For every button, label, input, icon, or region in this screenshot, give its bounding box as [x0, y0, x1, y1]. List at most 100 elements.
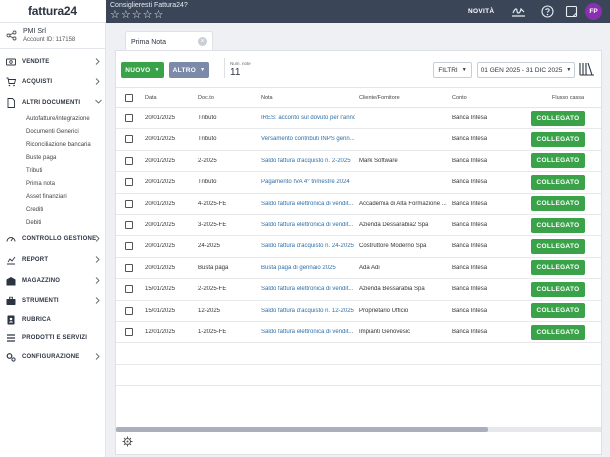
collegato-button[interactable]: COLLEGATO [531, 303, 585, 319]
sidebar-item-report[interactable]: REPORT [0, 251, 106, 269]
star-icon[interactable]: ☆ [121, 10, 131, 21]
sidebar-item-label: STRUMENTI [22, 298, 59, 304]
row-checkbox[interactable] [125, 114, 133, 122]
sidebar-item-prodotti-servizi[interactable]: PRODOTTI E SERVIZI [0, 329, 106, 347]
header-flusso[interactable]: Flusso cassa [552, 95, 584, 101]
sidebar-item-rubrica[interactable]: RUBRICA [0, 311, 106, 329]
cell-nota-link[interactable]: Saldo fattura elettronica di vendit... [261, 222, 355, 228]
header-data[interactable]: Data [145, 95, 157, 101]
tab-prima-nota[interactable]: Prima Nota × [125, 31, 213, 51]
star-icon[interactable]: ☆ [143, 10, 153, 21]
filtri-button[interactable]: FILTRI ▼ [433, 62, 472, 78]
row-checkbox[interactable] [125, 306, 133, 315]
sidebar-item-altri-documenti[interactable]: ALTRI DOCUMENTI [0, 94, 106, 112]
sidebar-item-acquisti[interactable]: ACQUISTI [0, 73, 106, 91]
cell-nota-link[interactable]: Saldo fattura elettronica di vendit... [261, 329, 355, 335]
header-conto[interactable]: Conto [452, 95, 467, 101]
table-row[interactable]: 20/01/2025 Tributo Versamento contributi I… [116, 129, 601, 151]
help-icon[interactable] [540, 4, 555, 19]
subitem-autofatture[interactable]: Autofatture/integrazione [26, 116, 90, 122]
cell-nota-link[interactable]: Saldo fattura elettronica di vendit... [261, 286, 355, 292]
row-checkbox[interactable] [125, 285, 133, 294]
warehouse-icon [6, 276, 16, 286]
cell-nota-link[interactable]: Versamento contributi INPS genn... [261, 136, 355, 142]
nuovo-button[interactable]: NUOVO ▼ [121, 62, 164, 78]
header-cliente[interactable]: Cliente/Fornitore [359, 95, 400, 101]
collegato-button[interactable]: COLLEGATO [531, 324, 585, 340]
star-icon[interactable]: ☆ [110, 10, 120, 21]
row-checkbox[interactable] [125, 242, 133, 251]
row-checkbox[interactable] [125, 328, 133, 336]
table-row[interactable]: 20/01/2025 Tributo Pagamento IVA 4° trimes… [116, 172, 601, 194]
sidebar-item-magazzino[interactable]: MAGAZZINO [0, 272, 106, 290]
subitem-prima-nota[interactable]: Prima nota [26, 181, 55, 187]
novita-link[interactable]: NOVITÀ [468, 8, 494, 15]
table-row[interactable]: 20/01/2025 24-2025 Saldo fattura d'acquist… [116, 236, 601, 258]
sidebar-item-vendite[interactable]: VENDITE [0, 53, 106, 71]
star-icon[interactable]: ☆ [154, 10, 164, 21]
avatar[interactable]: FP [585, 3, 602, 20]
table-row[interactable]: 15/01/2025 12-2025 Saldo fattura d'acquist… [116, 301, 601, 322]
collegato-button[interactable]: COLLEGATO [531, 281, 585, 297]
subitem-tributi[interactable]: Tributi [26, 168, 42, 174]
caret-down-icon: ▼ [200, 67, 206, 73]
cell-nota-link[interactable]: Saldo fattura elettronica di vendit... [261, 201, 355, 207]
collegato-button[interactable]: COLLEGATO [531, 153, 585, 169]
sidebar-item-strumenti[interactable]: STRUMENTI [0, 292, 106, 310]
select-all-checkbox[interactable] [125, 94, 133, 102]
signature-icon[interactable] [511, 4, 526, 19]
subitem-documenti-generici[interactable]: Documenti Generici [26, 129, 79, 135]
table-row[interactable]: 20/01/2025 Tributo IRES: acconto sul dovut… [116, 108, 601, 130]
collegato-button[interactable]: COLLEGATO [531, 131, 585, 147]
collegato-button[interactable]: COLLEGATO [531, 196, 585, 212]
subitem-buste-paga[interactable]: Buste paga [26, 155, 56, 161]
collegato-button[interactable]: COLLEGATO [531, 174, 585, 190]
header-docto[interactable]: Doc.to [198, 95, 214, 101]
collegato-button[interactable]: COLLEGATO [531, 217, 585, 233]
scrollbar-thumb[interactable] [116, 427, 488, 432]
horizontal-scrollbar[interactable] [116, 427, 601, 432]
collegato-button[interactable]: COLLEGATO [531, 238, 585, 254]
cell-data: 15/01/2025 [145, 286, 176, 293]
collegato-button[interactable]: COLLEGATO [531, 260, 585, 276]
cell-nota-link[interactable]: IRES: acconto sul dovuto per l'anno [261, 115, 355, 121]
table-row[interactable]: 20/01/2025 Busta paga Busta paga di gennai… [116, 258, 601, 280]
sidebar-item-configurazione[interactable]: CONFIGURAZIONE [0, 348, 106, 366]
cell-nota-link[interactable]: Saldo fattura d'acquisto n. 2-2025 [261, 158, 355, 164]
close-icon[interactable]: × [198, 37, 207, 46]
subitem-riconciliazione[interactable]: Riconciliazione bancaria [26, 142, 91, 148]
row-checkbox[interactable] [125, 135, 133, 144]
cell-docto: 2-2025 [198, 157, 217, 164]
columns-icon[interactable] [579, 61, 595, 77]
row-checkbox[interactable] [125, 199, 133, 208]
sidebar-item-controllo-gestione[interactable]: CONTROLLO GESTIONE [0, 230, 106, 248]
gear-icon[interactable] [122, 436, 133, 447]
date-range-picker[interactable]: 01 GEN 2025 - 31 DIC 2025 ▼ [477, 62, 575, 78]
account-switcher[interactable]: PMI Srl Account ID: 117158 [0, 23, 106, 49]
collegato-button[interactable]: COLLEGATO [531, 110, 585, 126]
row-checkbox[interactable] [125, 221, 133, 229]
notes-icon[interactable] [564, 4, 579, 19]
subitem-crediti[interactable]: Crediti [26, 207, 43, 213]
table-row[interactable]: 20/01/2025 4-2025-FE Saldo fattura elettro… [116, 194, 601, 215]
header-nota[interactable]: Nota [261, 95, 273, 101]
chevron-right-icon [95, 235, 100, 242]
table-row[interactable]: 15/01/2025 2-2025-FE Saldo fattura elettro… [116, 279, 601, 301]
subitem-debiti[interactable]: Debiti [26, 220, 41, 226]
notes-count: Num. note 11 [224, 58, 251, 78]
altro-button[interactable]: ALTRO ▼ [169, 62, 209, 78]
cell-nota-link[interactable]: Pagamento IVA 4° trimestre 2024 [261, 179, 355, 185]
row-checkbox[interactable] [125, 263, 133, 272]
row-checkbox[interactable] [125, 156, 133, 165]
cell-nota-link[interactable]: Saldo fattura d'acquisto n. 24-2025 [261, 243, 355, 249]
logo[interactable]: fattura24 [0, 0, 106, 23]
row-checkbox[interactable] [125, 178, 133, 187]
cell-nota-link[interactable]: Saldo fattura d'acquisto n. 12-2025 [261, 308, 355, 314]
table-row[interactable]: 20/01/2025 2-2025 Saldo fattura d'acquisto… [116, 151, 601, 173]
table-row[interactable]: 20/01/2025 3-2025-FE Saldo fattura elettro… [116, 215, 601, 237]
table-row[interactable]: 12/01/2025 1-2025-FE Saldo fattura elettro… [116, 322, 601, 344]
subitem-asset-finanziari[interactable]: Asset finanziari [26, 194, 67, 200]
star-icon[interactable]: ☆ [132, 10, 142, 21]
gears-icon [6, 352, 16, 362]
cell-nota-link[interactable]: Busta paga di gennaio 2025 [261, 265, 355, 271]
